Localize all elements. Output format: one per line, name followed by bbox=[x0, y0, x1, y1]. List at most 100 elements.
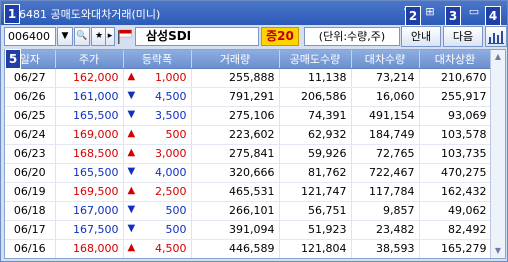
cell-date: 06/18 bbox=[5, 201, 56, 221]
cell-short-volume: 121,747 bbox=[279, 182, 352, 202]
triangle-down-icon: ▼ bbox=[127, 166, 136, 177]
table-row[interactable]: 06/27 162,000 ▲ 1,000 255,888 11,138 73,214 210… bbox=[5, 68, 492, 88]
table-row[interactable]: 06/24 169,000 ▲ 500 223,602 62,932 184,749 103,… bbox=[5, 125, 492, 145]
cell-change-value: 500 bbox=[165, 128, 187, 141]
triangle-down-icon: ▼ bbox=[127, 90, 136, 101]
cell-repay: 103,735 bbox=[419, 144, 492, 164]
marker-3: 3 bbox=[445, 6, 461, 26]
window-title: 6481 공매도와대차거래(미니) bbox=[19, 8, 161, 21]
cell-repay: 82,492 bbox=[419, 220, 492, 240]
cell-repay: 470,275 bbox=[419, 163, 492, 183]
next-button[interactable]: 다음 bbox=[443, 26, 483, 47]
cell-change-value: 4,500 bbox=[155, 242, 187, 255]
cell-repay: 49,062 bbox=[419, 201, 492, 221]
triangle-up-icon: ▲ bbox=[127, 185, 136, 196]
cell-date: 06/25 bbox=[5, 106, 56, 126]
scroll-up-icon[interactable]: ▲ bbox=[491, 50, 505, 64]
cell-volume: 266,101 bbox=[191, 201, 280, 221]
cell-change: ▼ 4,500 bbox=[123, 87, 192, 107]
cell-price: 169,000 bbox=[55, 125, 124, 145]
cell-loan: 9,857 bbox=[351, 201, 420, 221]
cell-repay: 210,670 bbox=[419, 68, 492, 88]
cell-change: ▲ 4,500 bbox=[123, 239, 192, 258]
cell-change-value: 4,500 bbox=[155, 90, 187, 103]
cell-change-value: 3,500 bbox=[155, 109, 187, 122]
vertical-scrollbar[interactable]: ▲ ▼ bbox=[490, 50, 505, 258]
cell-change-value: 500 bbox=[165, 204, 187, 217]
col-header-change[interactable]: 등락폭 bbox=[123, 50, 192, 69]
cell-price: 161,000 bbox=[55, 87, 124, 107]
cell-volume: 391,094 bbox=[191, 220, 280, 240]
table-row[interactable]: 06/17 167,500 ▼ 500 391,094 51,923 23,482 82,49… bbox=[5, 220, 492, 240]
cell-price: 168,500 bbox=[55, 144, 124, 164]
cell-date: 06/20 bbox=[5, 163, 56, 183]
table-row[interactable]: 06/16 168,000 ▲ 4,500 446,589 121,804 38,593 16… bbox=[5, 239, 492, 258]
scroll-down-icon[interactable]: ▼ bbox=[491, 244, 505, 258]
col-header-repay[interactable]: 대차상환 bbox=[419, 50, 492, 69]
cell-price: 168,000 bbox=[55, 239, 124, 258]
cell-short-volume: 56,751 bbox=[279, 201, 352, 221]
cell-volume: 320,666 bbox=[191, 163, 280, 183]
triangle-up-icon: ▲ bbox=[127, 71, 136, 82]
col-header-loan[interactable]: 대차수량 bbox=[351, 50, 420, 69]
cell-repay: 162,432 bbox=[419, 182, 492, 202]
triangle-up-icon: ▲ bbox=[127, 147, 136, 158]
cell-change-value: 2,500 bbox=[155, 185, 187, 198]
cell-change-value: 4,000 bbox=[155, 166, 187, 179]
stock-name: 삼성SDI bbox=[135, 27, 259, 46]
cell-short-volume: 59,926 bbox=[279, 144, 352, 164]
cell-short-volume: 51,923 bbox=[279, 220, 352, 240]
cell-loan: 491,154 bbox=[351, 106, 420, 126]
cell-short-volume: 11,138 bbox=[279, 68, 352, 88]
guide-button[interactable]: 안내 bbox=[401, 26, 441, 47]
triangle-down-icon: ▼ bbox=[127, 109, 136, 120]
table-row[interactable]: 06/26 161,000 ▼ 4,500 791,291 206,586 16,060 25… bbox=[5, 87, 492, 107]
next-arrow-button[interactable]: ▸ bbox=[105, 27, 115, 46]
search-button[interactable]: 🔍 bbox=[74, 27, 90, 46]
chart-button[interactable] bbox=[485, 26, 507, 47]
col-header-volume[interactable]: 거래량 bbox=[191, 50, 280, 69]
table-row[interactable]: 06/23 168,500 ▲ 3,000 275,841 59,926 72,765 103… bbox=[5, 144, 492, 164]
cell-change-value: 500 bbox=[165, 223, 187, 236]
cell-volume: 255,888 bbox=[191, 68, 280, 88]
cell-change-value: 1,000 bbox=[155, 71, 187, 84]
triangle-down-icon: ▼ bbox=[127, 204, 136, 215]
cell-loan: 117,784 bbox=[351, 182, 420, 202]
link-icon[interactable]: ⊞ bbox=[423, 5, 437, 19]
cell-price: 162,000 bbox=[55, 68, 124, 88]
cell-date: 06/27 bbox=[5, 68, 56, 88]
table-row[interactable]: 06/19 169,500 ▲ 2,500 465,531 121,747 117,784 1… bbox=[5, 182, 492, 202]
stock-code-input[interactable] bbox=[4, 27, 56, 46]
cell-short-volume: 121,804 bbox=[279, 239, 352, 258]
star-icon: ★ bbox=[94, 31, 104, 41]
cell-short-volume: 62,932 bbox=[279, 125, 352, 145]
cell-loan: 184,749 bbox=[351, 125, 420, 145]
chevron-down-icon: ▼ bbox=[61, 31, 69, 41]
cell-price: 165,500 bbox=[55, 163, 124, 183]
title-bar[interactable]: 6481 공매도와대차거래(미니) ✎ ⊞ ≡ ▭ bbox=[1, 1, 507, 25]
table-row[interactable]: 06/25 165,500 ▼ 3,500 275,106 74,391 491,154 93… bbox=[5, 106, 492, 126]
cell-loan: 72,765 bbox=[351, 144, 420, 164]
marker-4: 4 bbox=[485, 6, 501, 26]
minimize-icon[interactable]: ▭ bbox=[467, 5, 481, 19]
bar-chart-icon bbox=[488, 31, 504, 44]
triangle-up-icon: ▲ bbox=[127, 242, 136, 253]
cell-repay: 255,917 bbox=[419, 87, 492, 107]
triangle-down-icon: ▼ bbox=[127, 223, 136, 234]
search-icon: 🔍 bbox=[76, 31, 88, 41]
toolbar: ▼ 🔍 ★ ▸ 삼성SDI 증20 (단위:수량,주) 안내 다음 bbox=[4, 26, 507, 48]
cell-price: 167,500 bbox=[55, 220, 124, 240]
cell-date: 06/23 bbox=[5, 144, 56, 164]
cell-volume: 465,531 bbox=[191, 182, 280, 202]
table-row[interactable]: 06/20 165,500 ▼ 4,000 320,666 81,762 722,467 47… bbox=[5, 163, 492, 183]
cell-change-value: 3,000 bbox=[155, 147, 187, 160]
cell-change: ▲ 3,000 bbox=[123, 144, 192, 164]
cell-repay: 93,069 bbox=[419, 106, 492, 126]
dropdown-button[interactable]: ▼ bbox=[57, 27, 73, 46]
cell-date: 06/24 bbox=[5, 125, 56, 145]
table-row[interactable]: 06/18 167,000 ▼ 500 266,101 56,751 9,857 49,062 bbox=[5, 201, 492, 221]
col-header-price[interactable]: 주가 bbox=[55, 50, 124, 69]
margin-grade-badge: 증20 bbox=[261, 27, 299, 46]
col-header-short-volume[interactable]: 공매도수량 bbox=[279, 50, 352, 69]
cell-loan: 16,060 bbox=[351, 87, 420, 107]
